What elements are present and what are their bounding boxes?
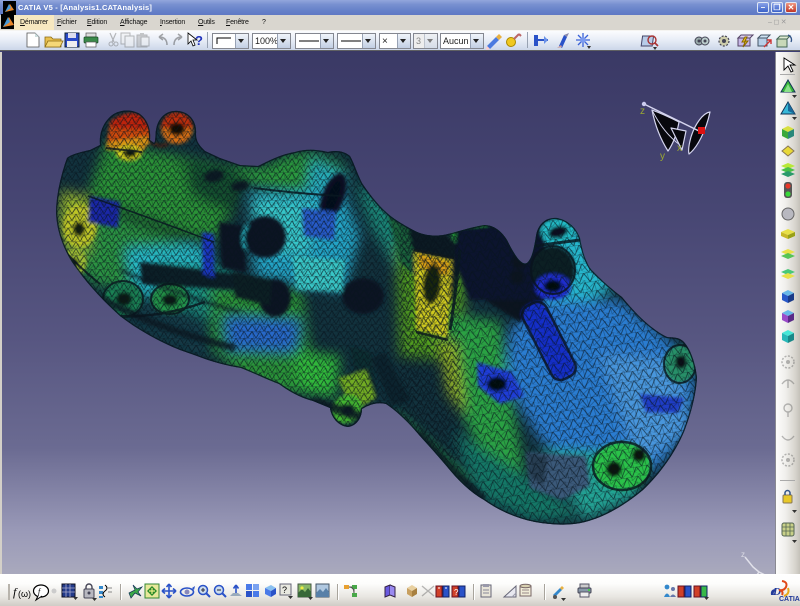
svg-text:z: z bbox=[741, 550, 745, 559]
svg-text:x: x bbox=[677, 143, 682, 154]
svg-text:z: z bbox=[640, 106, 645, 117]
svg-text:CATIA: CATIA bbox=[779, 596, 800, 603]
svg-text:(ω): (ω) bbox=[18, 589, 31, 599]
svg-text:y: y bbox=[660, 151, 665, 162]
svg-text:?: ? bbox=[195, 33, 203, 48]
svg-text:?: ? bbox=[282, 585, 287, 595]
svg-text:?: ? bbox=[454, 588, 459, 597]
